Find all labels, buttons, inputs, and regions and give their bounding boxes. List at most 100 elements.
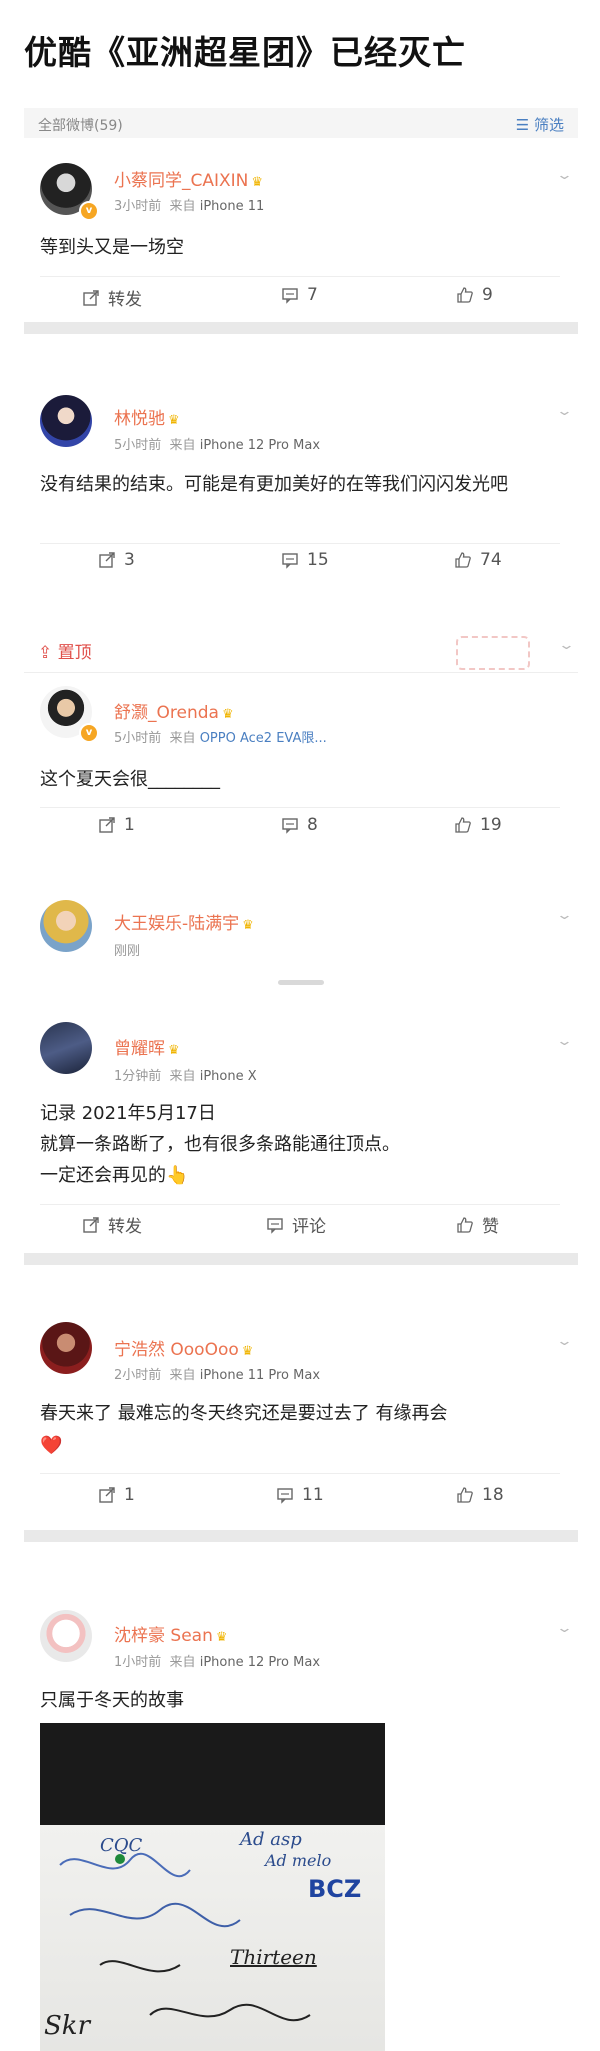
separator [24,322,578,334]
page-title: 优酷《亚洲超星团》已经灭亡 [24,33,466,72]
post-text: 没有结果的结束。可能是有更加美好的在等我们闪闪发光吧 [40,474,508,495]
filter-icon: ☰ [515,116,530,134]
repost-count: 1 [124,1485,135,1505]
repost-button[interactable]: 1 [98,815,135,835]
chevron-down-icon[interactable]: ⌄ [556,168,573,183]
avatar[interactable] [40,900,92,952]
repost-button[interactable]: 1 [98,1485,135,1505]
username[interactable]: 沈梓豪 Sean ♛ [114,1621,228,1646]
username-text: 大王娱乐-陆满宇 [114,914,240,934]
separator [24,1253,578,1265]
username-text: 曾耀晖 [114,1039,165,1059]
source-prefix: 来自 [169,1069,196,1084]
comment-button[interactable]: 15 [281,550,329,570]
repost-count: 1 [124,815,135,835]
divider [40,807,560,808]
post-time: 5小时前 [114,438,162,453]
like-button[interactable]: 9 [456,285,493,305]
post-source: iPhone 11 [199,199,265,214]
crown-icon: ♛ [168,413,180,428]
chevron-down-icon[interactable]: ⌄ [558,638,575,653]
like-count: 18 [482,1485,504,1505]
avatar[interactable] [40,1022,92,1074]
post-time: 3小时前 [114,199,162,214]
comment-icon [282,818,298,834]
comment-button[interactable]: 8 [281,815,318,835]
repost-icon [83,1216,99,1233]
repost-icon [83,289,99,306]
chevron-down-icon[interactable]: ⌄ [556,1334,573,1349]
drag-handle[interactable] [278,980,324,985]
avatar[interactable] [40,1610,92,1662]
post-source: iPhone X [199,1069,257,1084]
username[interactable]: 大王娱乐-陆满宇 ♛ [114,909,254,934]
pinned-header: ⇪ 置顶 ⌄ [24,630,578,670]
repost-icon [99,552,115,568]
username[interactable]: 林悦驰 ♛ [114,404,180,429]
username[interactable]: 曾耀晖 ♛ [114,1034,180,1059]
chevron-down-icon[interactable]: ⌄ [556,1034,573,1049]
separator [24,1530,578,1542]
chevron-down-icon[interactable]: ⌄ [556,908,573,923]
comment-button[interactable]: 评论 [266,1212,326,1237]
filter-button[interactable]: ☰ 筛选 [516,114,564,135]
divider [40,276,560,277]
like-button[interactable]: 18 [456,1485,504,1505]
repost-button[interactable]: 3 [98,550,135,570]
comment-count: 15 [307,550,329,570]
like-icon [455,817,471,833]
post-text: 这个夏天会很________ [40,769,220,790]
post-time: 2小时前 [114,1368,162,1383]
repost-label: 转发 [108,1217,142,1237]
heart-emoji: ❤️ [40,1435,63,1456]
post-source: iPhone 11 Pro Max [199,1368,321,1383]
action-bar: 转发 评论 赞 [24,1212,578,1242]
divider [24,672,578,673]
pin-icon: ⇪ [38,643,53,663]
post-text-line: 一定还会再见的👆 [40,1165,189,1186]
repost-button[interactable]: 转发 [82,285,142,310]
stamp-decoration [456,636,530,670]
chevron-down-icon[interactable]: ⌄ [556,404,573,419]
like-icon [457,287,473,303]
like-button[interactable]: 74 [454,550,502,570]
post-time: 1分钟前 [114,1069,162,1084]
repost-button[interactable]: 转发 [82,1212,142,1237]
avatar[interactable] [40,1322,92,1374]
username[interactable]: 宁浩然 OooOoo ♛ [114,1335,253,1360]
comment-label: 评论 [292,1217,326,1237]
whiteboard-image: CQC Ad asp Ad melo BCZ Thirteen Skr [40,1825,385,2051]
username[interactable]: 小蔡同学_CAIXIN ♛ [114,166,263,191]
like-count: 9 [482,285,493,305]
username-text: 沈梓豪 Sean [114,1626,213,1646]
feed-header: 全部微博(59) ☰ 筛选 [24,108,578,138]
comment-count: 11 [302,1485,324,1505]
repost-icon [99,817,115,833]
verified-badge-icon: v [79,201,99,221]
pinned-label-text: 置顶 [57,643,92,663]
chevron-down-icon[interactable]: ⌄ [556,1621,573,1636]
pinned-label: ⇪ 置顶 [38,638,92,663]
post-meta: 1小时前 来自 iPhone 12 Pro Max [114,1651,320,1670]
crown-icon: ♛ [241,1344,254,1359]
post-meta: 1分钟前 来自 iPhone X [114,1065,257,1084]
comment-button[interactable]: 11 [276,1485,324,1505]
post-meta: 2小时前 来自 iPhone 11 Pro Max [114,1364,320,1383]
source-prefix: 来自 [169,199,196,214]
comment-icon [282,553,298,569]
post-photo[interactable]: CQC Ad asp Ad melo BCZ Thirteen Skr [40,1723,385,2051]
like-count: 19 [480,815,502,835]
like-button[interactable]: 赞 [456,1212,499,1237]
like-icon [455,552,471,568]
username[interactable]: 舒灏_Orenda ♛ [114,698,234,723]
comment-count: 8 [307,815,318,835]
post-source: iPhone 12 Pro Max [199,438,321,453]
like-button[interactable]: 19 [454,815,502,835]
avatar[interactable] [40,395,92,447]
divider [40,1204,560,1205]
source-prefix: 来自 [169,1368,196,1383]
filter-label: 筛选 [533,116,564,134]
comment-button[interactable]: 7 [281,285,318,305]
post-source: OPPO Ace2 EVA限... [199,731,327,746]
post-source: iPhone 12 Pro Max [199,1655,321,1670]
